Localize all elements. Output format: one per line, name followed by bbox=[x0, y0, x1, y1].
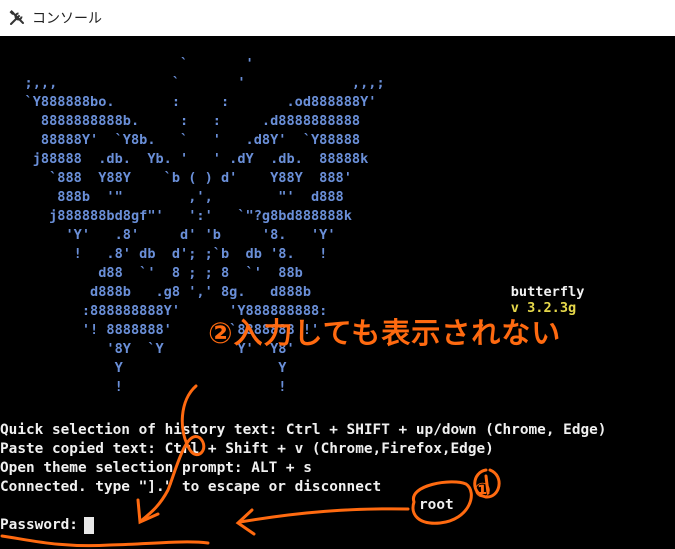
art-line: ` ' bbox=[0, 56, 254, 72]
art-line: d88 `' 8 ; ; 8 `' 88b bbox=[0, 265, 303, 281]
note-marker-1: ① bbox=[474, 478, 491, 502]
password-prompt[interactable]: Password: bbox=[0, 515, 94, 535]
note-input-not-shown: ②入力しても表示されない bbox=[208, 316, 562, 350]
window-titlebar: コンソール bbox=[0, 0, 675, 36]
tools-icon bbox=[9, 10, 24, 25]
info-line-theme: Open theme selection prompt: ALT + s bbox=[0, 460, 312, 476]
art-line: `888 Y88Y `b ( ) d' Y88Y 888' bbox=[0, 170, 352, 186]
art-line: `Y888888bo. : : .od888888Y' bbox=[0, 94, 377, 110]
root-username-text: root bbox=[419, 497, 454, 513]
art-line: 8888888888b. : : .d8888888888 bbox=[0, 113, 361, 129]
art-line: j888888bd8gf"' ':' `"?g8bd888888k bbox=[0, 208, 352, 224]
art-line: 'Y' .8' d' 'b '8. 'Y' bbox=[0, 227, 336, 243]
terminal-cursor[interactable] bbox=[83, 516, 94, 534]
art-line: 888b '" ,', "' d888 bbox=[0, 189, 344, 205]
terminal[interactable]: ` ' ;,,, ` ' ,,,; `Y888888bo. : : .od888… bbox=[0, 36, 675, 549]
art-line: ! .8' db d'; ;`b db '8. ! bbox=[0, 246, 328, 262]
art-line: ;,,, ` ' ,,,; bbox=[0, 75, 385, 91]
art-line: ! ! bbox=[0, 379, 287, 395]
window-title: コンソール bbox=[32, 11, 102, 27]
art-line: Y Y bbox=[0, 360, 287, 376]
info-line-connected: Connected. type "]." to escape or discon… bbox=[0, 479, 382, 495]
info-line-history: Quick selection of history text: Ctrl + … bbox=[0, 422, 607, 438]
brand-name: butterfly bbox=[510, 284, 585, 300]
art-line: d888b .g8 ',' 8g. d888b bbox=[0, 284, 311, 300]
art-line: j88888 .db. Yb. ' ' .dY .db. 88888k bbox=[0, 151, 369, 167]
password-label: Password: bbox=[0, 517, 78, 533]
info-line-paste: Paste copied text: Ctrl + Shift + v (Chr… bbox=[0, 441, 494, 457]
art-line: 88888Y' `Y8b. ` ' .d8Y' `Y88888 bbox=[0, 132, 361, 148]
